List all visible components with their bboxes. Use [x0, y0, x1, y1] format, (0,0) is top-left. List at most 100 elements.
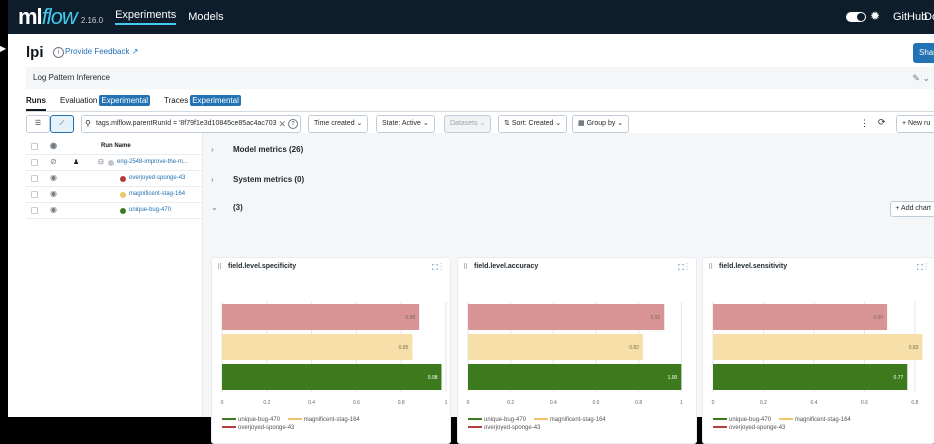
more-options-icon[interactable]: ⋮ — [860, 118, 869, 129]
legend-entry: magnificent-stag-164 — [778, 417, 851, 423]
datasets-filter[interactable]: Datasets ⌄ — [444, 115, 492, 133]
nav-models[interactable]: Models — [188, 11, 223, 23]
data-label: 0.77 — [894, 375, 904, 381]
data-label: 0.82 — [629, 345, 639, 351]
chart-legend: unique-bug-470 magnificent-stag-164 over… — [222, 416, 360, 432]
chevron-down-icon: ⌄ — [211, 203, 218, 212]
section-system-metrics[interactable]: › System metrics (0) — [203, 167, 934, 193]
table-row[interactable]: ◉ magnificent-stag-164 — [26, 187, 202, 203]
collapse-icon[interactable]: ⊟ — [98, 158, 104, 166]
table-row[interactable]: ◉ overjoyed-sponge-43 — [26, 171, 202, 187]
parent-run-name[interactable]: eng-2548-improve-the-m... — [117, 159, 188, 165]
row-checkbox[interactable] — [31, 191, 38, 198]
chevron-right-icon: › — [211, 145, 214, 154]
eye-icon[interactable]: ◉ — [50, 205, 57, 214]
edit-icon[interactable]: ✎ ⌄ — [912, 67, 930, 89]
select-all-checkbox[interactable] — [31, 143, 38, 150]
tab-runs[interactable]: Runs — [26, 96, 46, 111]
eye-slash-icon[interactable]: ⊘ — [50, 157, 57, 166]
bar — [468, 304, 665, 330]
tab-bar: Runs Evaluation Experimental Traces Experi… — [26, 95, 255, 112]
info-icon[interactable]: i — [53, 47, 64, 58]
section-group[interactable]: ⌄ (3) + Add chart — [203, 195, 934, 221]
chart-card: ⠿ field.level.sensitivity ⛶ ⋮ 0 0.2 0.4 0.6… — [702, 257, 934, 444]
page-title: lpi — [26, 44, 44, 61]
chart-legend: unique-bug-470 magnificent-stag-164 over… — [468, 416, 606, 432]
top-navbar: mlflow 2.16.0 Experiments Models ✹ GitHu… — [8, 0, 934, 34]
bar — [468, 364, 682, 390]
table-row[interactable]: ◉ unique-bug-470 — [26, 203, 202, 219]
eye-icon[interactable]: ◉ — [50, 173, 57, 182]
list-view-icon[interactable]: ☰ — [26, 115, 50, 133]
tick-label: 0.8 — [398, 400, 405, 406]
tick-label: 0 — [221, 400, 224, 406]
tick-label: 0.4 — [550, 400, 557, 406]
run-color-dot — [108, 160, 114, 166]
experiment-description: Log Pattern Inference ✎ ⌄ — [26, 67, 934, 89]
bar — [468, 334, 643, 360]
legend-entry: unique-bug-470 — [468, 417, 526, 423]
table-row[interactable]: ⊘ ♟ ⊟ eng-2548-improve-the-m... — [26, 155, 202, 171]
bar-chart: 0 0.2 0.4 0.6 0.8 1 0.92 0.82 1.00 — [467, 302, 683, 406]
data-label: 0.88 — [405, 315, 415, 321]
legend-entry: magnificent-stag-164 — [287, 417, 360, 423]
chart-view-icon[interactable]: ⟋ — [50, 115, 74, 133]
run-name[interactable]: overjoyed-sponge-43 — [129, 175, 185, 181]
search-input[interactable]: ⚲ tags.mlflow.parentRunId = '8f79f1e3d10… — [81, 115, 301, 133]
bar — [713, 304, 888, 330]
chevron-right-icon: › — [211, 175, 214, 184]
legend-entry: unique-bug-470 — [713, 417, 771, 423]
data-label: 0.69 — [873, 315, 883, 321]
eye-icon[interactable]: ◉ — [50, 141, 57, 150]
charts-pane: › Model metrics (26) › System metrics (0) … — [202, 133, 934, 444]
new-run-button[interactable]: + New ru — [896, 115, 934, 133]
refresh-icon[interactable]: ⟳ — [878, 117, 886, 128]
tick-label: 0 — [467, 400, 470, 406]
share-button[interactable]: Shar — [913, 43, 934, 63]
row-checkbox[interactable] — [31, 175, 38, 182]
section-model-metrics[interactable]: › Model metrics (26) — [203, 137, 934, 163]
tick-label: 0.8 — [911, 400, 918, 406]
run-name[interactable]: magnificent-stag-164 — [129, 191, 185, 197]
data-label: 0.83 — [909, 345, 919, 351]
row-checkbox[interactable] — [31, 159, 38, 166]
time-created-filter[interactable]: Time created ⌄ — [308, 115, 369, 133]
data-label: 0.92 — [651, 315, 661, 321]
github-link[interactable]: GitHub — [893, 11, 927, 23]
theme-toggle[interactable] — [846, 12, 866, 22]
experimental-badge: Experimental — [190, 95, 241, 106]
mlflow-logo[interactable]: mlflow — [18, 4, 78, 30]
group-by-button[interactable]: ▦ Group by ⌄ — [572, 115, 630, 133]
tab-divider — [26, 111, 934, 112]
run-color-dot — [120, 176, 126, 182]
experiment-page: lpi i Provide Feedback ↗ Shar Log Patter… — [8, 34, 934, 444]
row-checkbox[interactable] — [31, 207, 38, 214]
pin-icon[interactable]: ♟ — [73, 158, 79, 166]
chart-legend: unique-bug-470 magnificent-stag-164 over… — [713, 416, 851, 432]
tick-label: 0.2 — [263, 400, 270, 406]
sort-button[interactable]: ⇅ Sort: Created ⌄ — [498, 115, 568, 133]
eye-icon[interactable]: ◉ — [50, 189, 57, 198]
runs-toolbar: ☰ ⟋ ⚲ tags.mlflow.parentRunId = '8f79f1e… — [26, 115, 934, 133]
run-name[interactable]: unique-bug-470 — [129, 207, 171, 213]
state-filter[interactable]: State: Active ⌄ — [376, 115, 435, 133]
add-chart-button[interactable]: + Add chart — [890, 201, 934, 217]
bar — [713, 364, 908, 390]
clear-icon[interactable]: ✕ — [278, 116, 286, 132]
tick-label: 0.4 — [810, 400, 817, 406]
tick-label: 0.6 — [353, 400, 360, 406]
tab-evaluation[interactable]: Evaluation Experimental — [60, 95, 151, 112]
search-help-icon[interactable]: ? — [288, 119, 298, 129]
chart-card: ⠿ field.level.accuracy ⛶ ⋮ 0 0.2 0.4 0.6 0.8… — [457, 257, 697, 444]
bar-chart: 0 0.2 0.4 0.6 0.8 1 0.88 0.85 0.98 — [221, 302, 448, 406]
provide-feedback-link[interactable]: Provide Feedback ↗ — [65, 47, 138, 56]
nav-experiments[interactable]: Experiments — [115, 9, 177, 25]
gear-icon[interactable]: ✹ — [870, 9, 880, 23]
sidebar-toggle-icon[interactable]: ▶ — [0, 44, 8, 54]
data-label: 0.98 — [428, 375, 438, 381]
docs-link[interactable]: Doc — [924, 11, 934, 23]
tab-traces[interactable]: Traces Experimental — [164, 95, 241, 112]
tick-label: 0 — [712, 400, 715, 406]
bar — [222, 304, 420, 330]
bar — [713, 334, 923, 360]
